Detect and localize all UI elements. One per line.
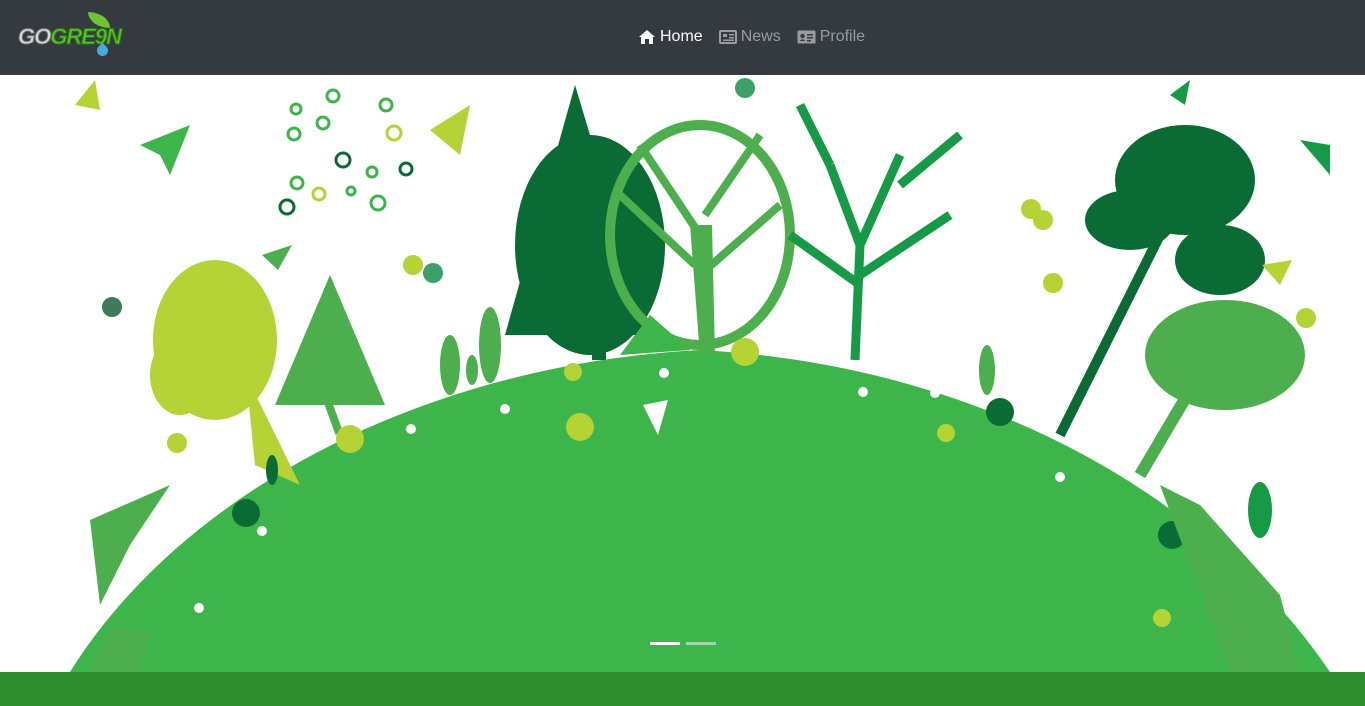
carousel-indicators xyxy=(650,642,716,645)
nav-label-profile: Profile xyxy=(819,28,866,45)
brand-logo[interactable]: GO GRE9N xyxy=(17,12,134,60)
nav-label-news: News xyxy=(740,28,781,45)
home-icon xyxy=(639,30,655,44)
navbar: GO GRE9N Home News Profile xyxy=(0,0,1365,75)
newspaper-icon xyxy=(718,30,737,44)
nav-item-news[interactable]: News xyxy=(718,26,781,48)
light-tree-right xyxy=(1134,300,1305,479)
nav-item-home[interactable]: Home xyxy=(638,26,703,48)
bare-tree-right xyxy=(787,102,963,361)
ring-cluster xyxy=(278,88,414,216)
logo-text-go: GO xyxy=(17,24,51,50)
main-nav: Home News Profile xyxy=(638,26,865,48)
green-earth-illustration xyxy=(70,78,1330,672)
carousel-indicator-2[interactable] xyxy=(686,642,716,645)
section-band xyxy=(0,672,1365,706)
hero-carousel xyxy=(0,75,1365,672)
nav-item-profile[interactable]: Profile xyxy=(797,26,865,48)
nav-label-home: Home xyxy=(660,28,703,45)
carousel-indicator-1[interactable] xyxy=(650,642,680,645)
pine-tree-left xyxy=(275,275,385,435)
logo-text-green: GRE9N xyxy=(50,24,123,50)
id-card-icon xyxy=(797,30,816,44)
